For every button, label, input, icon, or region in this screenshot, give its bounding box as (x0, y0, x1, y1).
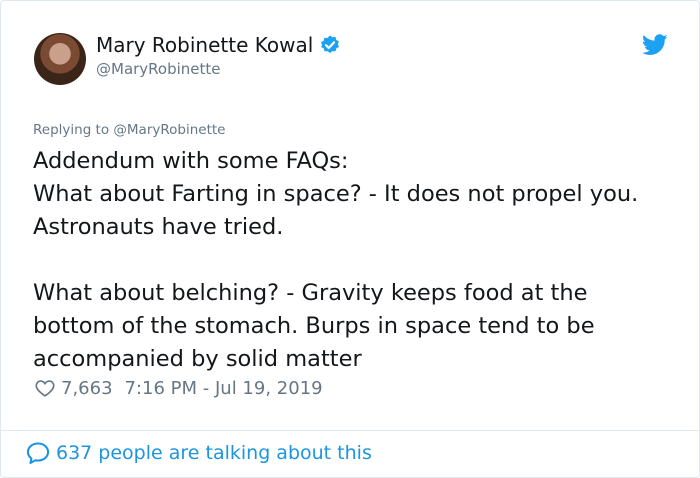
like-count[interactable]: 7,663 (61, 378, 113, 399)
timestamp[interactable]: 7:16 PM - Jul 19, 2019 (125, 378, 323, 399)
avatar[interactable] (34, 33, 86, 85)
author-row: Mary Robinette Kowal (96, 33, 341, 57)
tweet-meta: 7,663 7:16 PM - Jul 19, 2019 (34, 377, 323, 399)
conversation-link[interactable]: 637 people are talking about this (25, 440, 372, 466)
tweet-text: Addendum with some FAQs: What about Fart… (33, 148, 639, 372)
divider (1, 430, 699, 431)
heart-icon[interactable] (34, 377, 56, 399)
author-name[interactable]: Mary Robinette Kowal (96, 33, 313, 57)
tweet-card: Mary Robinette Kowal @MaryRobinette Repl… (0, 0, 700, 478)
replying-to: Replying to @MaryRobinette (33, 122, 225, 138)
speech-bubble-icon (26, 442, 50, 464)
twitter-bird-icon[interactable] (642, 34, 668, 56)
replying-to-label: Replying to (33, 122, 110, 138)
replying-to-handle[interactable]: @MaryRobinette (113, 122, 225, 138)
author-handle[interactable]: @MaryRobinette (96, 60, 221, 78)
verified-badge-icon (321, 35, 340, 53)
talking-about-text[interactable]: 637 people are talking about this (56, 442, 372, 464)
